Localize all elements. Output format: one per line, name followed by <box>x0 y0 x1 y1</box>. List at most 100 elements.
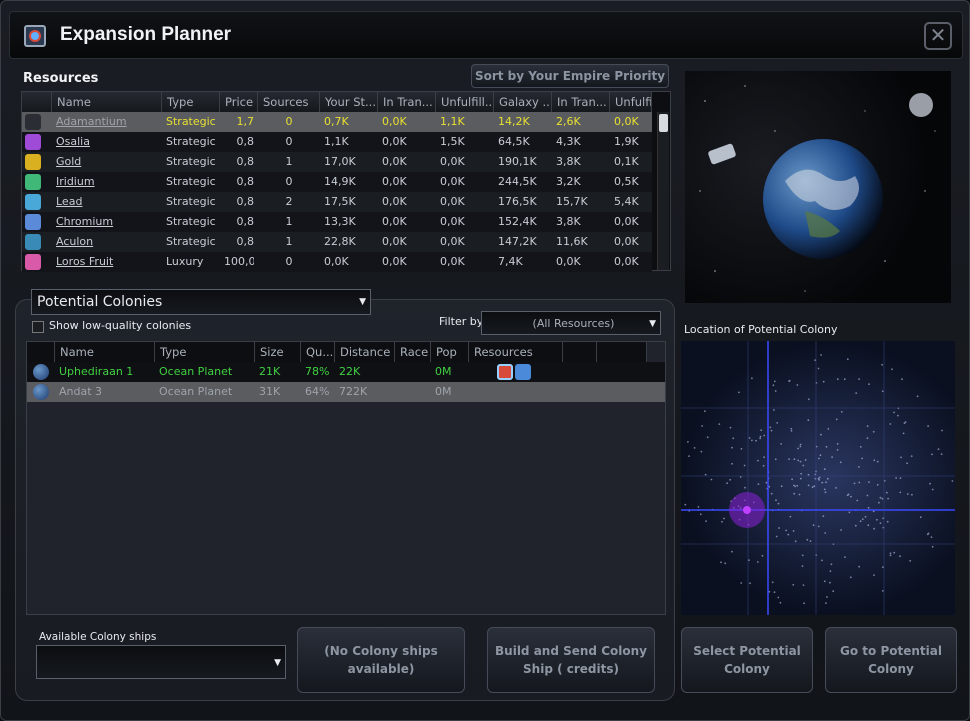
colony-ships-label: Available Colony ships <box>39 631 157 643</box>
resources-column-header[interactable]: Unfulfi <box>610 92 652 112</box>
resources-column-header[interactable]: Name <box>52 92 162 112</box>
resource-row[interactable]: Iridium Strategic 0,8 0 14,9K 0,0K 0,0K 244,5K 3… <box>22 172 652 192</box>
resource-cell: 0,0K <box>382 215 407 228</box>
scroll-thumb[interactable] <box>659 114 668 132</box>
colonies-column-header[interactable]: Name <box>55 342 155 362</box>
colony-cell: 0M <box>435 385 452 398</box>
resource-name-link[interactable]: Adamantium <box>56 112 158 132</box>
colony-view-dropdown[interactable]: Potential Colonies ▼ <box>31 289 371 315</box>
colony-cell: Ocean Planet <box>159 385 233 398</box>
expansion-planner-icon <box>24 25 46 47</box>
filter-dropdown[interactable]: (All Resources) ▼ <box>481 311 661 335</box>
galaxy-map-illustration <box>681 341 955 615</box>
resource-row[interactable]: Adamantium Strategic 1,7 0 0,7K 0,0K 1,1K 14,2K… <box>22 112 652 132</box>
colonies-column-header[interactable]: Qu... <box>301 342 335 362</box>
sort-empire-priority-button[interactable]: Sort by Your Empire Priority <box>471 64 669 88</box>
low-quality-checkbox[interactable] <box>32 321 44 333</box>
resources-column-header[interactable]: Sources <box>258 92 320 112</box>
resources-column-header[interactable]: In Tran... <box>552 92 610 112</box>
colony-row[interactable]: Andat 3 Ocean Planet 31K 64% 722K 0M <box>27 382 665 402</box>
resources-column-header[interactable]: Price <box>220 92 258 112</box>
resource-name-link[interactable]: Loros Fruit <box>56 252 158 272</box>
colonies-column-header[interactable]: Distance <box>335 342 395 362</box>
resource-badge-icon <box>497 364 513 380</box>
colonies-column-header[interactable]: Size <box>255 342 301 362</box>
resource-row[interactable]: Lead Strategic 0,8 2 17,5K 0,0K 0,0K 176,5K 15,7… <box>22 192 652 212</box>
resources-column-header[interactable]: Type <box>162 92 220 112</box>
resource-cell: 1,9K <box>614 135 639 148</box>
resource-cell: Strategic <box>166 135 216 148</box>
resources-column-header[interactable]: Galaxy ... <box>494 92 552 112</box>
resource-cell: Strategic <box>166 195 216 208</box>
resource-cell: 17,5K <box>324 195 356 208</box>
colonies-column-header[interactable]: Resources <box>469 342 563 362</box>
resources-column-header[interactable]: Your St... <box>320 92 378 112</box>
resource-cell: Luxury <box>166 255 204 268</box>
colonies-table: Name Type Size Qu... Distance Race Pop Resource… <box>26 341 666 615</box>
resource-cell: 147,2K <box>498 235 537 248</box>
galaxy-location-map[interactable] <box>681 341 955 615</box>
colony-cell: 22K <box>339 365 361 378</box>
colony-cell: 78% <box>305 365 330 378</box>
colony-view-dropdown-value: Potential Colonies <box>37 294 163 310</box>
resource-cell: 2 <box>285 195 293 208</box>
resource-row[interactable]: Aculon Strategic 0,8 1 22,8K 0,0K 0,0K 147,2K 11… <box>22 232 652 252</box>
resource-cell: 1,1K <box>324 135 349 148</box>
resource-cell: 1 <box>285 215 293 228</box>
resource-name-link[interactable]: Osalia <box>56 132 158 152</box>
resource-icon <box>25 194 41 210</box>
resources-column-header[interactable]: Unfulfill... <box>436 92 494 112</box>
resource-cell: 0,1K <box>614 155 639 168</box>
resource-cell: 0,0K <box>440 235 465 248</box>
resource-cell: 0,0K <box>440 215 465 228</box>
colony-row[interactable]: Uphediraan 1 Ocean Planet 21K 78% 22K 0M <box>27 362 665 382</box>
resource-name-link[interactable]: Lead <box>56 192 158 212</box>
resource-icon <box>25 134 41 150</box>
colony-ships-dropdown[interactable]: ▼ <box>36 645 286 679</box>
resource-cell: 0,0K <box>440 155 465 168</box>
go-to-potential-colony-button[interactable]: Go to Potential Colony <box>825 627 957 693</box>
resource-cell: 22,8K <box>324 235 356 248</box>
no-colony-ships-button[interactable]: (No Colony ships available) <box>297 627 465 693</box>
colonies-column-header[interactable]: Pop <box>431 342 469 362</box>
resource-cell: 0,8 <box>236 175 255 188</box>
resource-badge-icon <box>515 364 531 380</box>
close-button[interactable]: ✕ <box>924 22 952 50</box>
resources-column-header[interactable]: In Tran... <box>378 92 436 112</box>
colony-cell: 64% <box>305 385 330 398</box>
planet-icon <box>33 384 49 400</box>
colony-cell: 21K <box>259 365 281 378</box>
resources-table: Name Type Price Sources Your St... In Tran...… <box>21 91 671 272</box>
resource-cell: 64,5K <box>498 135 530 148</box>
resource-name-link[interactable]: Iridium <box>56 172 158 192</box>
colonies-column-header[interactable]: Race <box>395 342 431 362</box>
resource-cell: 0,0K <box>614 215 639 228</box>
resource-name-link[interactable]: Aculon <box>56 232 158 252</box>
colony-cell <box>399 362 429 382</box>
resource-cell: 0,8 <box>236 135 255 148</box>
resources-scrollbar[interactable] <box>657 112 669 270</box>
resource-cell: 0,5K <box>614 175 639 188</box>
resource-cell: Strategic <box>166 175 216 188</box>
resource-row[interactable]: Gold Strategic 0,8 1 17,0K 0,0K 0,0K 190,1K 3,8K… <box>22 152 652 172</box>
build-send-colony-ship-button[interactable]: Build and Send Colony Ship ( credits) <box>487 627 655 693</box>
resource-name-link[interactable]: Gold <box>56 152 158 172</box>
resource-cell: 0,8 <box>236 235 255 248</box>
chevron-down-icon: ▼ <box>274 658 281 668</box>
colonies-column-header-empty <box>563 342 597 362</box>
colonies-column-header[interactable]: Type <box>155 342 255 362</box>
resource-row[interactable]: Chromium Strategic 0,8 1 13,3K 0,0K 0,0K 152,4K… <box>22 212 652 232</box>
filter-dropdown-value: (All Resources) <box>532 317 615 330</box>
resource-cell: 0 <box>285 115 293 128</box>
resource-cell: 0,0K <box>440 195 465 208</box>
select-potential-colony-button[interactable]: Select Potential Colony <box>681 627 813 693</box>
resource-cell: 1,7 <box>236 115 255 128</box>
resource-cell: 1,1K <box>440 115 465 128</box>
resource-name-link[interactable]: Chromium <box>56 212 158 232</box>
resource-cell: 11,6K <box>556 235 588 248</box>
resource-row[interactable]: Loros Fruit Luxury 100,0 0 0,0K 0,0K 0,0K 7,4K 0… <box>22 252 652 272</box>
resource-cell: 190,1K <box>498 155 537 168</box>
resource-row[interactable]: Osalia Strategic 0,8 0 1,1K 0,0K 1,5K 64,5K 4,3K… <box>22 132 652 152</box>
resource-cell: 0 <box>285 135 293 148</box>
resource-icon <box>25 254 41 270</box>
